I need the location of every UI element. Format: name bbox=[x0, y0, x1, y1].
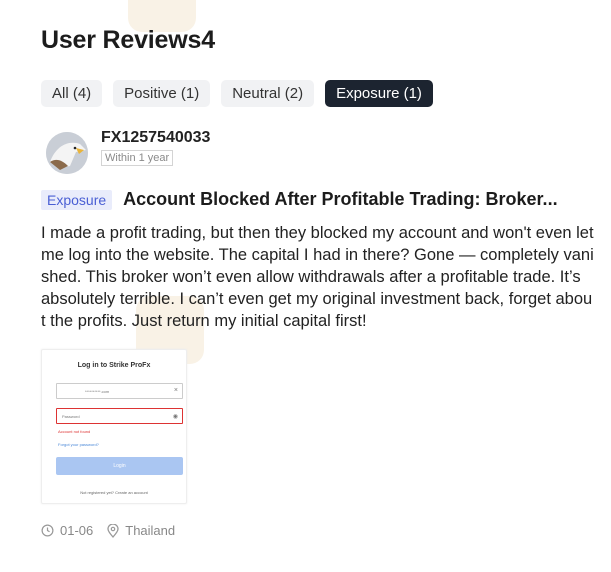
screenshot-clear-icon: × bbox=[173, 387, 178, 394]
screenshot-password-field: Password ◉ bbox=[56, 408, 183, 424]
clock-icon bbox=[41, 524, 54, 537]
screenshot-register-text: Not registered yet? Create an account bbox=[80, 490, 148, 495]
review-filter-tabs: All (4) Positive (1) Neutral (2) Exposur… bbox=[41, 80, 596, 107]
screenshot-login-button: Login bbox=[56, 457, 183, 475]
review-attachment-image[interactable]: Log in to Strike ProFx **********.com × … bbox=[41, 349, 187, 504]
screenshot-eye-icon: ◉ bbox=[172, 414, 178, 420]
time-badge: Within 1 year bbox=[101, 150, 174, 166]
username[interactable]: FX1257540033 bbox=[101, 129, 210, 147]
page-title: User Reviews4 bbox=[41, 26, 215, 54]
screenshot-login-title: Log in to Strike ProFx bbox=[77, 362, 151, 369]
screenshot-forgot-link: Forgot your password? bbox=[58, 442, 99, 447]
screenshot-email-value: **********.com bbox=[85, 389, 110, 394]
review-title[interactable]: Account Blocked After Profitable Trading… bbox=[123, 189, 593, 210]
exposure-tag: Exposure bbox=[41, 189, 113, 210]
reviews-section: User Reviews4 All (4) Positive (1) Neutr… bbox=[41, 26, 596, 538]
location-pin-icon bbox=[107, 523, 119, 538]
review-author: FX1257540033 Within 1 year bbox=[41, 129, 596, 174]
screenshot-error-text: Account not found bbox=[58, 429, 91, 434]
screenshot-email-field: **********.com × bbox=[56, 383, 183, 399]
tab-all[interactable]: All (4) bbox=[41, 80, 103, 107]
avatar[interactable] bbox=[46, 132, 88, 174]
review-location: Thailand bbox=[125, 523, 176, 538]
eagle-avatar-icon bbox=[46, 132, 88, 174]
tab-neutral[interactable]: Neutral (2) bbox=[221, 80, 315, 107]
review-date: 01-06 bbox=[60, 523, 94, 538]
review-body: I made a profit trading, but then they b… bbox=[41, 224, 594, 330]
tab-exposure[interactable]: Exposure (1) bbox=[325, 80, 433, 107]
tab-positive[interactable]: Positive (1) bbox=[113, 80, 211, 107]
review-meta: 01-06 Thailand bbox=[41, 523, 596, 538]
review-title-row: Exposure Account Blocked After Profitabl… bbox=[41, 189, 596, 210]
screenshot-password-placeholder: Password bbox=[62, 414, 80, 419]
